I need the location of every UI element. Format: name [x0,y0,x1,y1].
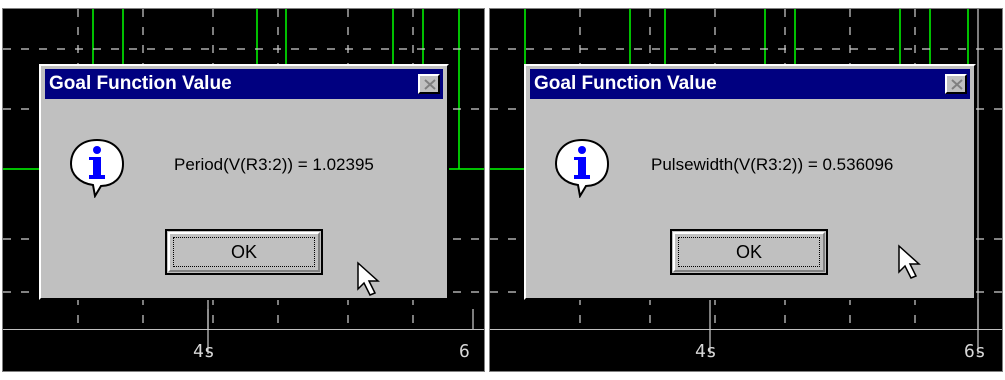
ok-button-label: OK [230,241,257,262]
mouse-cursor-icon [898,244,921,279]
x-tick-label: 4s [695,341,717,362]
ok-button-label: OK [735,241,762,262]
x-axis-bar [3,329,484,371]
close-icon [424,79,436,90]
x-tick-label: 4s [193,341,215,362]
close-button[interactable] [418,74,440,94]
goal-value-message: Period(V(R3:2)) = 1.02395 [174,155,374,174]
goal-function-dialog: Goal Function Value Period(V(R3:2)) = 1.… [39,64,449,300]
dialog-title-bar[interactable]: Goal Function Value [530,69,970,99]
x-axis-bar [490,329,1002,371]
dialog-title-bar[interactable]: Goal Function Value [45,69,443,99]
ok-button[interactable]: OK [165,229,323,275]
x-tick-label: 6 [459,341,470,362]
mouse-cursor-icon [357,261,380,296]
x-tick-label: 6s [964,341,986,362]
waveform-panel-left: 4s 6 Goal Function Value Period(V(R3:2))… [2,8,485,372]
dialog-title: Goal Function Value [534,73,717,94]
info-icon [69,138,125,198]
dialog-title: Goal Function Value [49,73,232,94]
info-icon [554,138,610,198]
close-icon [951,79,963,90]
ok-button[interactable]: OK [670,229,828,275]
goal-value-message: Pulsewidth(V(R3:2)) = 0.536096 [651,155,894,174]
waveform-panel-right: 4s 6s Goal Function Value Pulsewidth(V(R… [489,8,1003,372]
close-button[interactable] [945,74,967,94]
